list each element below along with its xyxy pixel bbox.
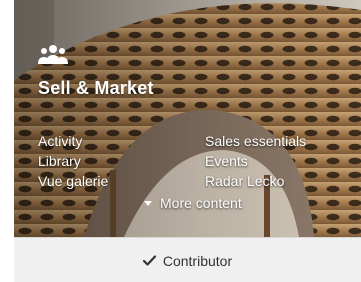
more-content-label: More content (160, 195, 242, 211)
membership-status[interactable]: Contributor (14, 237, 361, 282)
group-icon (38, 45, 68, 64)
community-card[interactable]: Sell & Market Activity Library Vue galer… (14, 0, 361, 282)
link-library[interactable]: Library (38, 152, 108, 171)
caret-down-icon (144, 200, 152, 206)
membership-label: Contributor (162, 252, 233, 269)
card-links-right: Sales essentials Events Radar Lecko (205, 132, 306, 191)
card-links-left: Activity Library Vue galerie (38, 132, 108, 191)
card-title[interactable]: Sell & Market (38, 78, 154, 99)
checkmark-icon (142, 255, 156, 266)
link-radar-lecko[interactable]: Radar Lecko (205, 172, 306, 191)
link-sales-essentials[interactable]: Sales essentials (205, 132, 306, 151)
link-vue-galerie[interactable]: Vue galerie (38, 172, 108, 191)
link-events[interactable]: Events (205, 152, 306, 171)
card-cover-image[interactable]: Sell & Market Activity Library Vue galer… (14, 0, 361, 237)
page: Sell & Market Activity Library Vue galer… (0, 0, 361, 282)
link-activity[interactable]: Activity (38, 132, 108, 151)
more-content-toggle[interactable]: More content (144, 195, 242, 211)
